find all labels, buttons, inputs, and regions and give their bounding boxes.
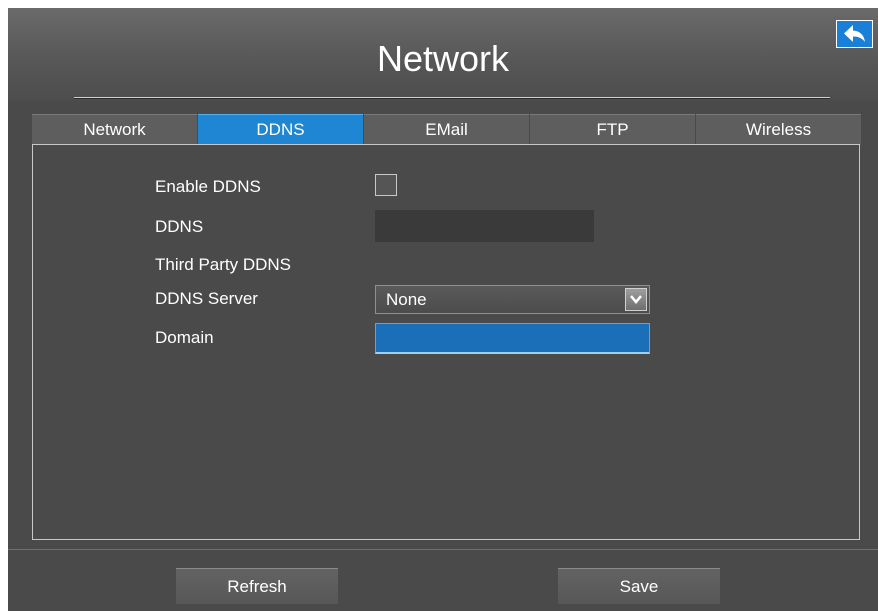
title-bar: Network [8,8,878,101]
ddns-label: DDNS [155,217,204,236]
page-title: Network [376,38,510,79]
back-arrow-icon [843,25,865,42]
refresh-button[interactable]: Refresh [176,568,338,604]
tab-ddns[interactable]: DDNS [198,114,363,145]
tab-wireless[interactable]: Wireless [696,114,861,145]
enable-ddns-checkbox[interactable] [375,174,397,196]
tab-email[interactable]: EMail [364,114,529,145]
chevron-down-icon[interactable] [625,288,647,311]
domain-label: Domain [155,328,214,347]
tab-ftp[interactable]: FTP [530,114,695,145]
ddns-server-value: None [386,290,427,309]
title-divider [74,97,830,99]
ddns-server-label: DDNS Server [155,289,258,308]
domain-input[interactable] [375,323,650,354]
enable-ddns-label: Enable DDNS [155,177,261,196]
network-window: Network Network DDNS EMail FTP Wireless … [8,8,878,611]
ddns-settings-panel: Enable DDNS DDNS Third Party DDNS DDNS S… [32,144,860,540]
ddns-field [375,210,594,242]
tab-bar: Network DDNS EMail FTP Wireless [32,114,861,145]
tab-network[interactable]: Network [32,114,197,145]
back-button[interactable] [836,20,873,48]
footer-divider [8,549,878,550]
ddns-server-select[interactable]: None [375,285,650,314]
third-party-ddns-label: Third Party DDNS [155,255,292,274]
save-button[interactable]: Save [558,568,720,604]
